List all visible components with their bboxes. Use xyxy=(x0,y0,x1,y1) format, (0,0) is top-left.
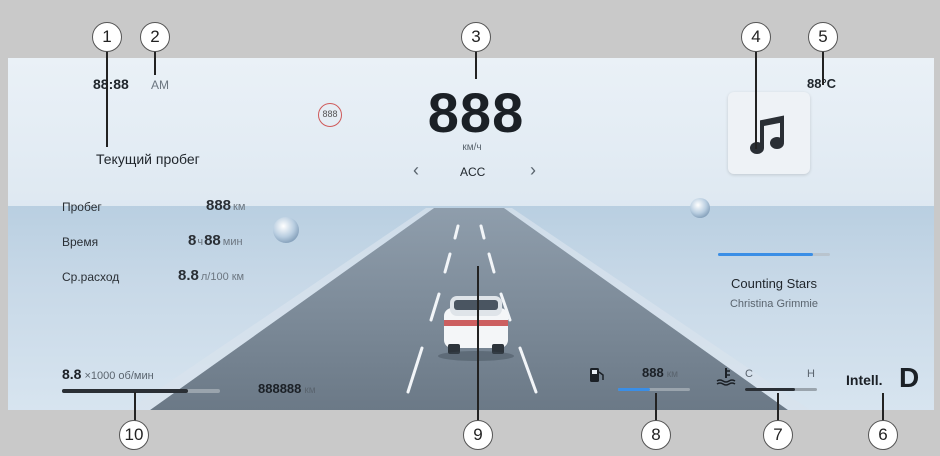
trip-row-value: 888 км xyxy=(206,197,246,214)
callout-leader xyxy=(655,393,657,422)
fuel-pump-icon xyxy=(590,368,604,382)
callout-leader xyxy=(777,393,779,422)
track-artist: Christina Grimmie xyxy=(729,298,818,310)
coolant-level-bar xyxy=(745,388,817,391)
callout-leader xyxy=(477,266,479,422)
callout-3: 3 xyxy=(461,22,491,52)
trip-row-value: 8.8 л/100 км xyxy=(178,267,245,284)
callout-7: 7 xyxy=(763,420,793,450)
speed-limit-badge: 888 xyxy=(318,103,342,127)
callout-1: 1 xyxy=(92,22,122,52)
callout-leader xyxy=(106,51,108,147)
callout-6: 6 xyxy=(868,420,898,450)
media-progress-bar[interactable] xyxy=(718,253,830,256)
trip-row-label: Ср.расход xyxy=(62,270,120,284)
drive-mode: Intell. xyxy=(846,372,883,388)
speed-value: 888 xyxy=(427,81,525,144)
fuel-range: 888 км xyxy=(642,365,678,380)
clock-time: 88:88 xyxy=(93,76,129,92)
rpm-bar xyxy=(62,389,220,393)
bubble-right xyxy=(690,198,710,218)
trip-title: Текущий пробег xyxy=(96,151,200,167)
speed-unit: км/ч xyxy=(462,142,482,153)
callout-leader xyxy=(475,51,477,79)
coolant-cold-label: C xyxy=(745,368,753,380)
callout-leader xyxy=(134,392,136,422)
acc-label: ACC xyxy=(460,165,486,179)
callout-2: 2 xyxy=(140,22,170,52)
callout-9: 9 xyxy=(463,420,493,450)
clock-ampm: AM xyxy=(151,78,169,92)
callout-leader xyxy=(755,51,757,149)
callout-5: 5 xyxy=(808,22,838,52)
callout-4: 4 xyxy=(741,22,771,52)
acc-prev-button[interactable]: ‹ xyxy=(413,160,419,181)
trip-row-value: 8ч88 мин xyxy=(188,232,243,249)
music-note-icon xyxy=(750,115,784,154)
bubble-left xyxy=(273,217,299,243)
callout-8: 8 xyxy=(641,420,671,450)
callout-10: 10 xyxy=(119,420,149,450)
callout-leader xyxy=(822,51,824,85)
fuel-level-bar xyxy=(618,388,690,391)
callout-leader xyxy=(154,51,156,75)
acc-next-button[interactable]: › xyxy=(530,160,536,181)
odometer: 888888 км xyxy=(258,381,316,396)
gear-indicator: D xyxy=(899,362,920,393)
coolant-temp-icon xyxy=(716,368,736,386)
album-art[interactable] xyxy=(728,92,810,174)
callout-leader xyxy=(882,393,884,422)
trip-row-label: Пробег xyxy=(62,200,102,214)
rpm-readout: 8.8 ×1000 об/мин xyxy=(62,366,154,382)
trip-row-label: Время xyxy=(62,235,99,249)
coolant-hot-label: H xyxy=(807,368,815,380)
track-title: Counting Stars xyxy=(731,276,817,291)
